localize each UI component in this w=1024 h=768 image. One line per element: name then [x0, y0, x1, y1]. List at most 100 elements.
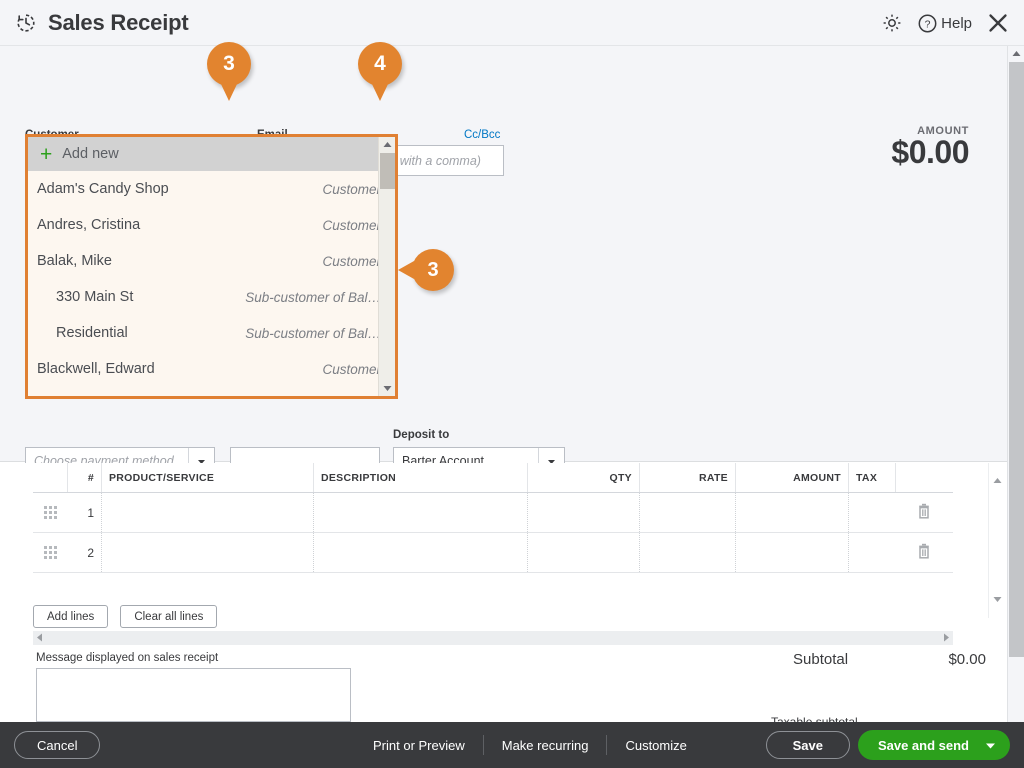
- drag-handle-icon[interactable]: [44, 506, 57, 519]
- scrollbar-thumb[interactable]: [1009, 62, 1024, 657]
- scrollbar-thumb[interactable]: [380, 153, 395, 189]
- trash-icon[interactable]: [917, 543, 931, 562]
- page-title: Sales Receipt: [48, 10, 188, 36]
- scroll-right-arrow-icon[interactable]: [943, 629, 950, 647]
- col-drag: [33, 463, 67, 492]
- trash-icon[interactable]: [917, 503, 931, 522]
- row-qty-cell[interactable]: [527, 493, 639, 532]
- dropdown-item[interactable]: Adam's Candy ShopCustomer: [28, 171, 395, 207]
- message-textarea[interactable]: [36, 668, 351, 722]
- scroll-up-arrow-icon[interactable]: [379, 137, 396, 152]
- line-items-table: # PRODUCT/SERVICE DESCRIPTION QTY RATE A…: [33, 463, 953, 573]
- col-amount: AMOUNT: [735, 463, 848, 492]
- row-product-cell[interactable]: [101, 533, 313, 572]
- print-or-preview-link[interactable]: Print or Preview: [355, 738, 483, 753]
- dropdown-item-name: Adam's Candy Shop: [37, 181, 322, 197]
- dropdown-item[interactable]: Andres, CristinaCustomer: [28, 207, 395, 243]
- customize-link[interactable]: Customize: [607, 738, 704, 753]
- cc-bcc-link[interactable]: Cc/Bcc: [464, 129, 500, 141]
- dropdown-item-type: Customer: [322, 362, 381, 377]
- row-amount-cell[interactable]: [735, 533, 848, 572]
- row-drag-cell[interactable]: [33, 493, 67, 532]
- sales-receipt-window: Sales Receipt ? Help: [0, 0, 1024, 768]
- scroll-left-arrow-icon[interactable]: [36, 629, 43, 647]
- dropdown-add-new-item[interactable]: + Add new: [28, 137, 395, 171]
- message-label: Message displayed on sales receipt: [36, 652, 218, 664]
- row-amount-cell[interactable]: [735, 493, 848, 532]
- page-vertical-scrollbar[interactable]: [1007, 46, 1024, 722]
- scroll-down-arrow-icon[interactable]: [379, 381, 396, 396]
- col-tax: TAX: [848, 463, 895, 492]
- help-label: Help: [941, 15, 972, 32]
- save-button[interactable]: Save: [766, 731, 850, 759]
- add-new-label: Add new: [62, 146, 118, 162]
- callout-pin-email: 4: [358, 42, 402, 86]
- scroll-down-arrow-icon[interactable]: [989, 592, 1006, 606]
- save-and-send-button[interactable]: Save and send: [858, 730, 1010, 760]
- drag-handle-icon[interactable]: [44, 546, 57, 559]
- col-delete: [895, 463, 953, 492]
- dropdown-scrollbar[interactable]: [378, 137, 395, 396]
- footer-bar: Cancel Print or Preview Make recurring C…: [0, 722, 1024, 768]
- footer-actions: Save Save and send: [766, 730, 1010, 760]
- row-number-cell[interactable]: 2: [67, 533, 101, 572]
- table-horizontal-scrollbar[interactable]: [33, 631, 953, 645]
- help-button[interactable]: ? Help: [917, 13, 972, 34]
- col-rate: RATE: [639, 463, 735, 492]
- question-circle-icon: ?: [917, 13, 938, 34]
- line-items-section: # PRODUCT/SERVICE DESCRIPTION QTY RATE A…: [0, 463, 1007, 646]
- row-description-cell[interactable]: [313, 533, 527, 572]
- close-icon[interactable]: [986, 11, 1010, 35]
- cancel-button[interactable]: Cancel: [14, 731, 100, 759]
- row-number-cell[interactable]: 1: [67, 493, 101, 532]
- dropdown-item[interactable]: ResidentialSub-customer of Bal…: [28, 315, 395, 351]
- gear-icon[interactable]: [881, 12, 903, 34]
- subtotal-value: $0.00: [948, 651, 986, 668]
- callout-pin-customer: 3: [207, 42, 251, 86]
- dropdown-item-type: Sub-customer of Bal…: [245, 290, 381, 305]
- row-tax-cell[interactable]: [848, 533, 895, 572]
- callout-bubble-dropdown: 3: [412, 249, 454, 291]
- subtotal-label: Subtotal: [793, 651, 848, 668]
- row-tax-cell[interactable]: [848, 493, 895, 532]
- svg-text:?: ?: [925, 18, 931, 30]
- scroll-up-arrow-icon[interactable]: [1008, 46, 1024, 61]
- dropdown-item-type: Sub-customer of Bal…: [245, 326, 381, 341]
- row-delete-cell[interactable]: [895, 493, 953, 532]
- dropdown-item-name: Blackwell, Edward: [37, 361, 322, 377]
- customer-dropdown-list[interactable]: + Add new Adam's Candy ShopCustomerAndre…: [25, 134, 398, 399]
- col-number: #: [67, 463, 101, 492]
- dropdown-item-type: Customer: [322, 254, 381, 269]
- col-qty: QTY: [527, 463, 639, 492]
- dropdown-item-name: Balak, Mike: [37, 253, 322, 269]
- table-row[interactable]: 2: [33, 533, 953, 573]
- clear-all-lines-button[interactable]: Clear all lines: [120, 605, 217, 628]
- col-description: DESCRIPTION: [313, 463, 527, 492]
- dropdown-item-type: Customer: [322, 218, 381, 233]
- row-qty-cell[interactable]: [527, 533, 639, 572]
- header-actions: ? Help: [881, 0, 1010, 46]
- row-product-cell[interactable]: [101, 493, 313, 532]
- row-rate-cell[interactable]: [639, 493, 735, 532]
- plus-icon: +: [40, 144, 52, 165]
- dropdown-item[interactable]: Blackwell, EdwardCustomer: [28, 351, 395, 387]
- window-header: Sales Receipt ? Help: [0, 0, 1024, 46]
- table-vertical-scrollbar[interactable]: [988, 463, 1005, 618]
- row-delete-cell[interactable]: [895, 533, 953, 572]
- row-rate-cell[interactable]: [639, 533, 735, 572]
- dropdown-item-name: Residential: [56, 325, 245, 341]
- row-description-cell[interactable]: [313, 493, 527, 532]
- deposit-to-label: Deposit to: [393, 429, 449, 441]
- add-lines-button[interactable]: Add lines: [33, 605, 108, 628]
- history-clock-icon[interactable]: [14, 11, 38, 35]
- table-header-row: # PRODUCT/SERVICE DESCRIPTION QTY RATE A…: [33, 463, 953, 493]
- table-row[interactable]: 1: [33, 493, 953, 533]
- row-drag-cell[interactable]: [33, 533, 67, 572]
- table-action-buttons: Add lines Clear all lines: [33, 605, 217, 628]
- caret-down-icon[interactable]: [985, 738, 996, 753]
- scroll-up-arrow-icon[interactable]: [989, 473, 1006, 487]
- dropdown-item[interactable]: Balak, MikeCustomer: [28, 243, 395, 279]
- amount-value: $0.00: [891, 134, 969, 171]
- dropdown-item[interactable]: 330 Main StSub-customer of Bal…: [28, 279, 395, 315]
- make-recurring-link[interactable]: Make recurring: [484, 738, 607, 753]
